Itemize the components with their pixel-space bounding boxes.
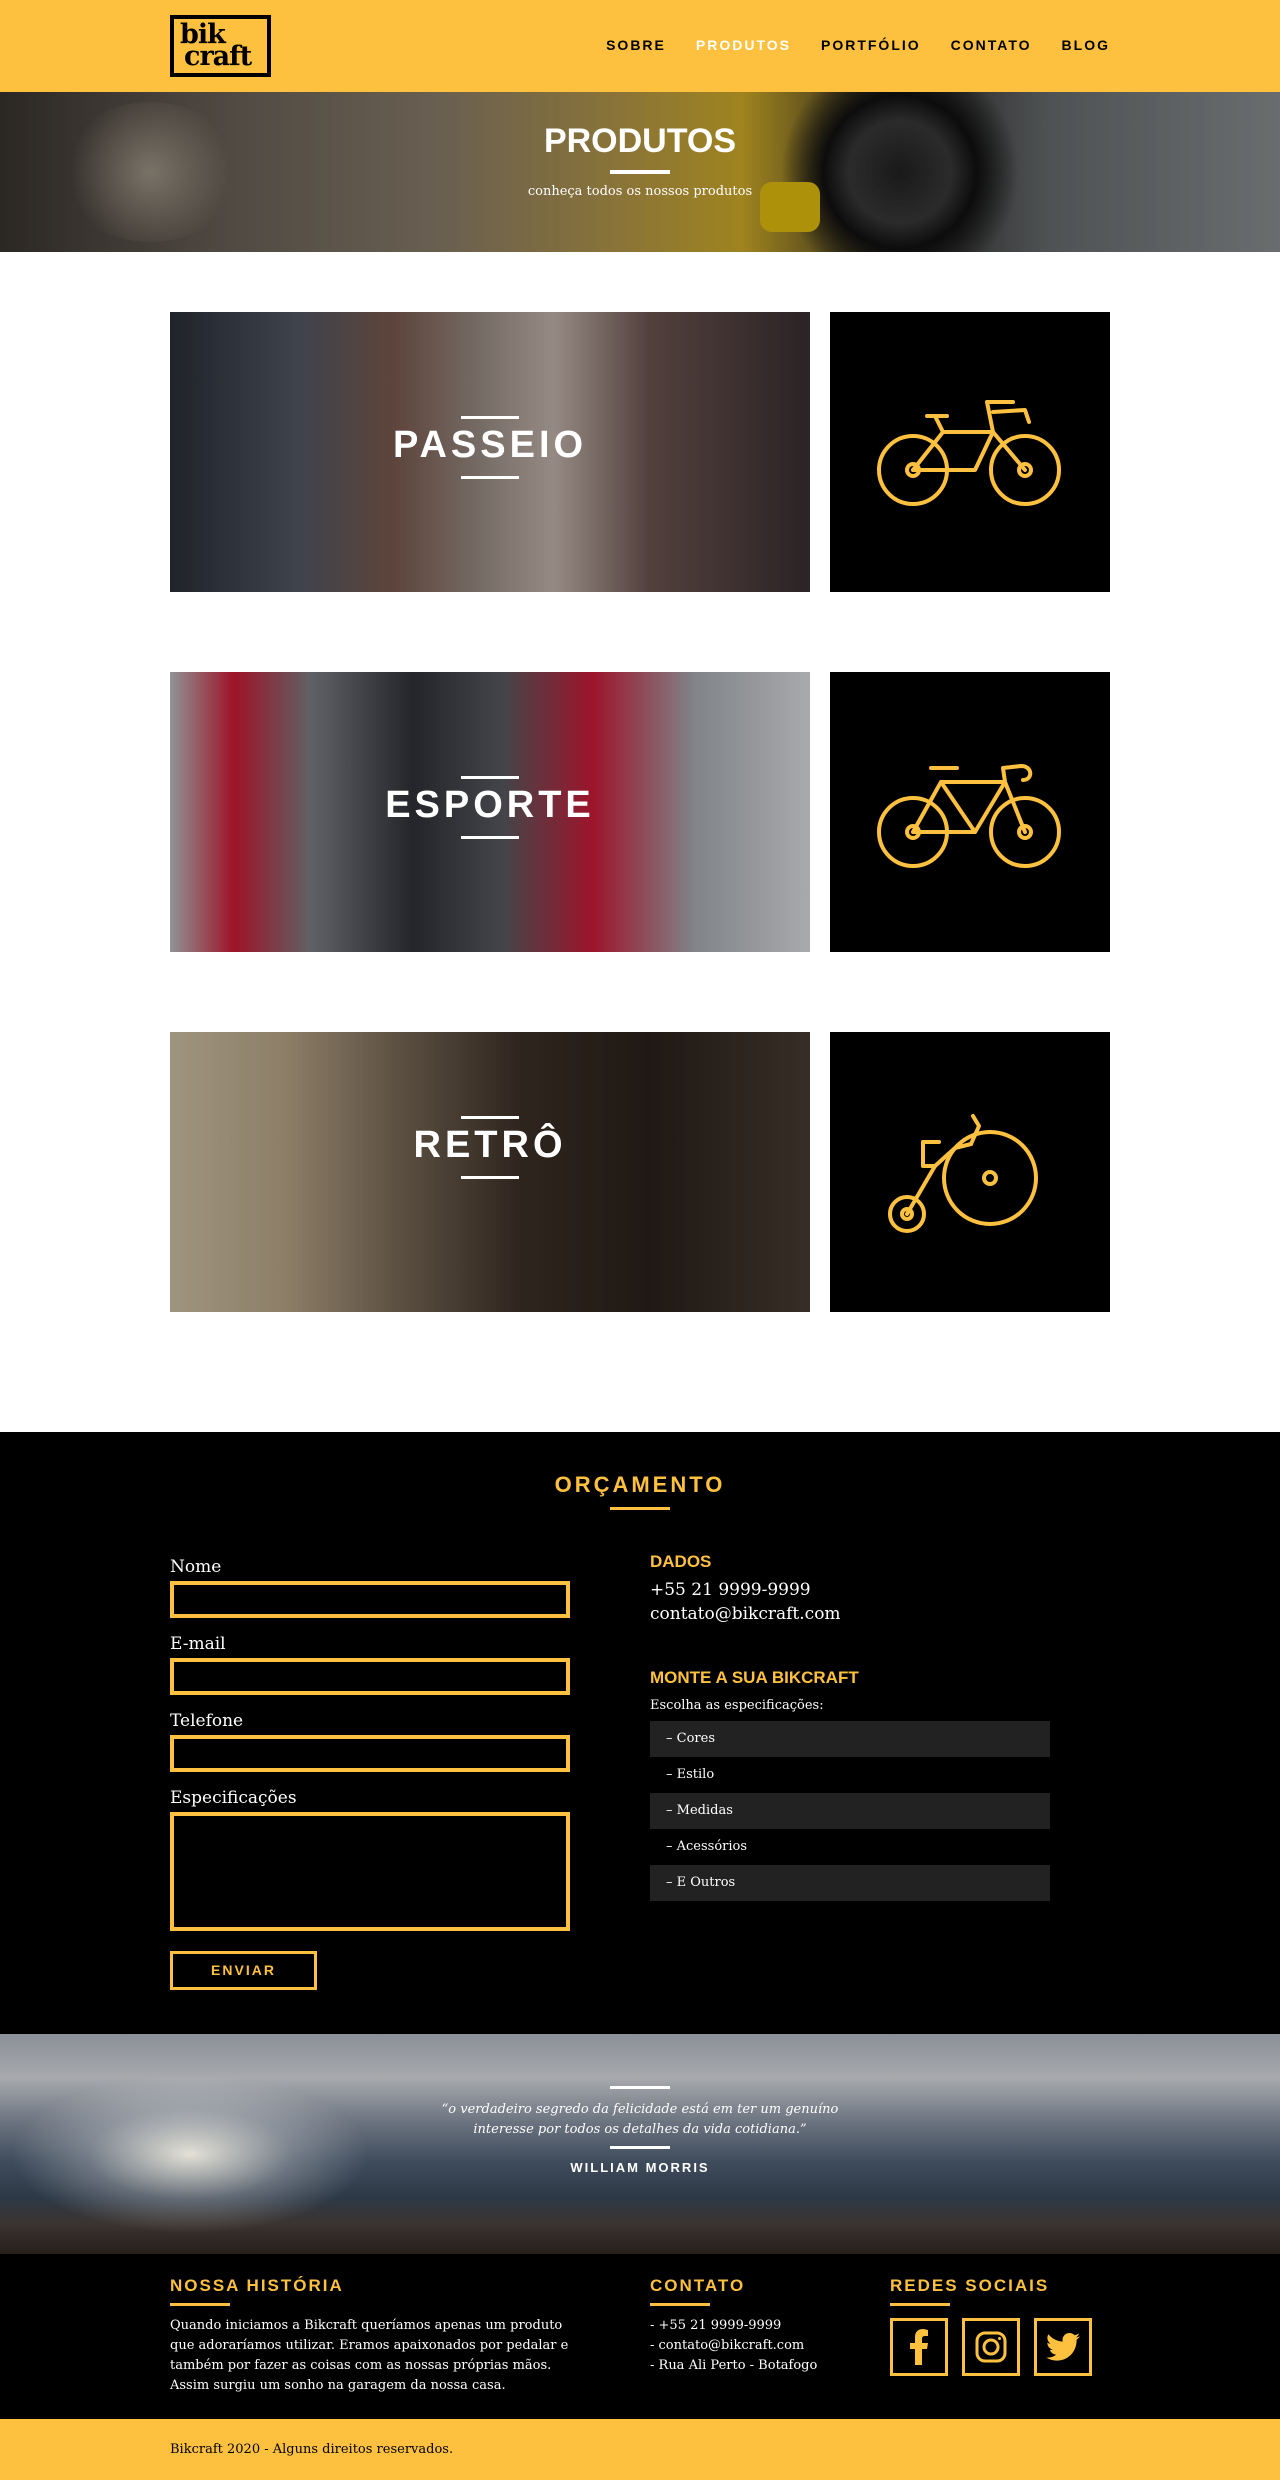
footer-history: NOSSA HISTÓRIA Quando iniciamos a Bikcra…: [170, 2276, 590, 2396]
copyright-bar: Bikcraft 2020 - Alguns direitos reservad…: [0, 2419, 1280, 2480]
title-line-top: [461, 416, 519, 419]
monte-title: MONTE A SUA BIKCRAFT: [650, 1668, 859, 1687]
nav-produtos[interactable]: PRODUTOS: [696, 37, 791, 53]
label-telefone: Telefone: [170, 1711, 244, 1731]
product-row-retro: RETRÔ: [0, 1032, 1280, 1312]
logo-line-2: craft: [184, 41, 252, 72]
logo[interactable]: bik craft: [170, 15, 271, 77]
nav-blog[interactable]: BLOG: [1062, 37, 1110, 53]
product-icon-box: [830, 672, 1110, 952]
contact-email[interactable]: - contato@bikcraft.com: [650, 2336, 850, 2356]
twitter-link[interactable]: [1034, 2318, 1092, 2376]
contact-underline: [650, 2303, 710, 2306]
contact-phone: - +55 21 9999-9999: [650, 2318, 782, 2333]
product-title: RETRÔ: [413, 1124, 567, 1166]
facebook-icon: [910, 2329, 928, 2365]
title-line-top: [461, 1116, 519, 1119]
phone-text: +55 21 9999-9999: [650, 1580, 811, 1600]
escolha-text: Escolha as especificações:: [650, 1698, 824, 1713]
sport-bike-icon: [877, 764, 1061, 868]
title-line-bottom: [461, 836, 519, 839]
spec-item-outros[interactable]: – E Outros: [650, 1865, 1050, 1901]
image-shade: [170, 1032, 810, 1312]
quote-line-bottom: [610, 2146, 670, 2149]
contact-title: CONTATO: [650, 2276, 746, 2295]
social-title: REDES SOCIAIS: [890, 2276, 1050, 2295]
especificacoes-textarea[interactable]: [170, 1812, 570, 1931]
orcamento-section: ORÇAMENTO Nome E-mail Telefone Especific…: [0, 1432, 1280, 2034]
site-header: bik craft SOBRE PRODUTOS PORTFÓLIO CONTA…: [0, 0, 1280, 92]
nome-field[interactable]: [170, 1581, 570, 1618]
enviar-button[interactable]: ENVIAR: [170, 1951, 317, 1990]
label-especificacoes: Especificações: [170, 1788, 297, 1808]
product-image-esporte[interactable]: ESPORTE: [170, 672, 810, 952]
site-footer: NOSSA HISTÓRIA Quando iniciamos a Bikcra…: [0, 2254, 1280, 2419]
dados-title: DADOS: [650, 1552, 712, 1571]
contact-list: - +55 21 9999-9999 - contato@bikcraft.co…: [650, 2316, 850, 2376]
penny-farthing-icon: [888, 1114, 1038, 1233]
section-title: ORÇAMENTO: [554, 1472, 726, 1497]
instagram-icon: [975, 2331, 1007, 2363]
copyright-text: Bikcraft 2020 - Alguns direitos reservad…: [170, 2442, 454, 2457]
history-title: NOSSA HISTÓRIA: [170, 2276, 344, 2295]
title-line-top: [461, 776, 519, 779]
product-image-passeio[interactable]: PASSEIO: [170, 312, 810, 592]
title-line-bottom: [461, 1176, 519, 1179]
product-image-retro[interactable]: RETRÔ: [170, 1032, 810, 1312]
spec-item-estilo[interactable]: – Estilo: [650, 1757, 1050, 1793]
product-icon-box: [830, 1032, 1110, 1312]
product-title: PASSEIO: [392, 424, 588, 466]
twitter-icon: [1046, 2333, 1080, 2361]
product-title: ESPORTE: [385, 784, 595, 826]
city-bike-icon: [877, 400, 1061, 506]
hero-banner: PRODUTOS conheça todos os nossos produto…: [0, 92, 1280, 252]
nav-portfolio[interactable]: PORTFÓLIO: [821, 37, 921, 53]
facebook-link[interactable]: [890, 2318, 948, 2376]
telefone-field[interactable]: [170, 1735, 570, 1772]
nav-sobre[interactable]: SOBRE: [606, 37, 666, 53]
history-underline: [170, 2303, 230, 2306]
quote-text: “o verdadeiro segredo da felicidade está…: [441, 2102, 839, 2137]
footer-social: REDES SOCIAIS: [890, 2276, 1110, 2376]
quote-banner: “o verdadeiro segredo da felicidade está…: [0, 2034, 1280, 2254]
label-nome: Nome: [170, 1557, 222, 1577]
email-text: contato@bikcraft.com: [650, 1604, 841, 1624]
page-title: PRODUTOS: [543, 122, 737, 160]
footer-contact: CONTATO - +55 21 9999-9999 - contato@bik…: [650, 2276, 850, 2376]
history-text: Quando iniciamos a Bikcraft queríamos ap…: [170, 2318, 569, 2393]
section-underline: [610, 1507, 670, 1510]
product-icon-box: [830, 312, 1110, 592]
main-nav: SOBRE PRODUTOS PORTFÓLIO CONTATO BLOG: [606, 37, 1110, 53]
quote-line-top: [610, 2086, 670, 2089]
page-subtitle: conheça todos os nossos produtos: [527, 184, 753, 199]
quote-background-glare: [10, 2074, 370, 2234]
product-row-passeio: PASSEIO: [0, 312, 1280, 592]
instagram-link[interactable]: [962, 2318, 1020, 2376]
label-email: E-mail: [170, 1634, 226, 1654]
email-field[interactable]: [170, 1658, 570, 1695]
spec-item-cores[interactable]: – Cores: [650, 1721, 1050, 1757]
nav-contato[interactable]: CONTATO: [951, 37, 1032, 53]
contact-address: - Rua Ali Perto - Botafogo: [650, 2358, 818, 2373]
social-links: [890, 2318, 1110, 2376]
title-line-bottom: [461, 476, 519, 479]
spec-item-medidas[interactable]: – Medidas: [650, 1793, 1050, 1829]
social-underline: [890, 2303, 950, 2306]
product-row-esporte: ESPORTE: [0, 672, 1280, 952]
quote-form: Nome E-mail Telefone Especificações ENVI…: [170, 1557, 570, 1990]
spec-item-acessorios[interactable]: – Acessórios: [650, 1829, 1050, 1865]
title-underline: [610, 170, 670, 174]
contact-info: DADOS +55 21 9999-9999 contato@bikcraft.…: [650, 1552, 1050, 1901]
quote-author: WILLIAM MORRIS: [570, 2160, 710, 2175]
products-section: PASSEIO ESPORTE RETRÔ: [0, 252, 1280, 1432]
